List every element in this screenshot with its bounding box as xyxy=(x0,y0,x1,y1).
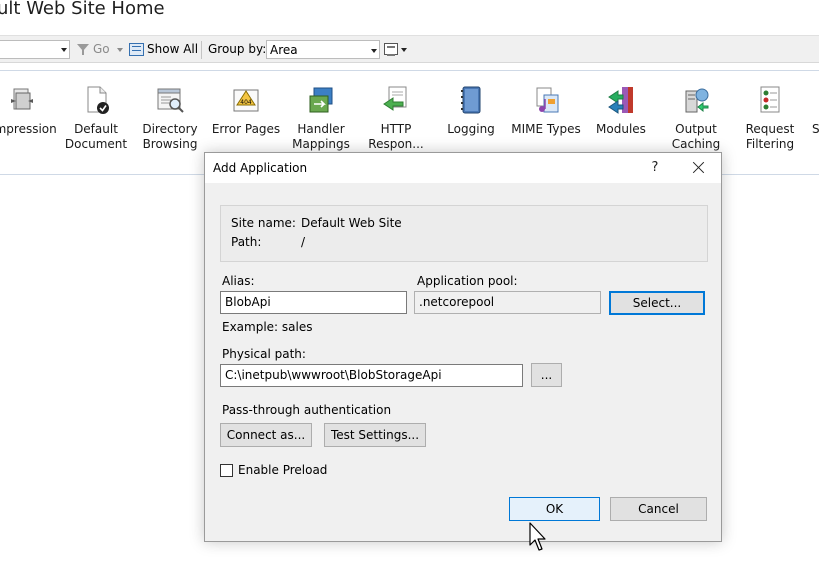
app-pool-label: Application pool: xyxy=(417,274,518,288)
filter-input[interactable] xyxy=(0,40,70,59)
enable-preload-checkbox[interactable] xyxy=(220,464,233,477)
physical-path-input[interactable]: C:\inetpub\wwwroot\BlobStorageApi xyxy=(220,364,523,387)
add-application-dialog: Add Application ? Site name: Default Web… xyxy=(204,152,722,542)
view-dropdown-icon[interactable] xyxy=(401,48,407,52)
feature-default-document[interactable]: Default Document xyxy=(56,85,136,152)
chevron-down-icon xyxy=(371,49,377,53)
http-response-icon xyxy=(381,85,411,115)
mime-types-icon xyxy=(531,85,561,115)
go-dropdown-icon[interactable] xyxy=(117,48,123,52)
feature-output-caching[interactable]: Output Caching xyxy=(656,85,736,152)
pass-through-label: Pass-through authentication xyxy=(222,403,392,417)
browse-button[interactable]: ... xyxy=(531,363,562,387)
filter-toolbar: Go Show All Group by: Area xyxy=(0,35,819,63)
mouse-cursor-icon xyxy=(529,522,551,554)
feature-compression[interactable]: ompression xyxy=(0,85,62,137)
alias-label: Alias: xyxy=(222,274,255,288)
output-caching-icon xyxy=(681,85,711,115)
feature-handler-mappings[interactable]: Handler Mappings xyxy=(281,85,361,152)
feature-error-pages[interactable]: 404 Error Pages xyxy=(206,85,286,137)
site-name-value: Default Web Site xyxy=(301,216,402,230)
request-filtering-icon xyxy=(755,85,785,115)
iis-manager-window: ult Web Site Home Go Show All Group by: … xyxy=(0,0,819,564)
site-name-label: Site name: xyxy=(231,216,296,230)
select-app-pool-button[interactable]: Select... xyxy=(609,291,705,315)
enable-preload-label: Enable Preload xyxy=(238,463,328,477)
filter-dropdown-icon[interactable] xyxy=(61,48,67,52)
logging-icon xyxy=(456,85,486,115)
feature-request-filtering[interactable]: Request Filtering xyxy=(730,85,810,152)
handler-mappings-icon xyxy=(306,85,336,115)
site-info-box: Site name: Default Web Site Path: / xyxy=(220,205,708,262)
close-icon[interactable] xyxy=(687,157,711,179)
modules-icon xyxy=(606,85,636,115)
group-by-select[interactable]: Area xyxy=(266,40,380,59)
cancel-button[interactable]: Cancel xyxy=(610,497,707,521)
svg-text:404: 404 xyxy=(240,99,252,106)
feature-directory-browsing[interactable]: Directory Browsing xyxy=(130,85,210,152)
feature-partial[interactable]: S xyxy=(804,85,819,137)
feature-http-response[interactable]: HTTP Respon... xyxy=(356,85,436,152)
error-pages-icon: 404 xyxy=(231,85,261,115)
go-button[interactable]: Go xyxy=(93,42,110,56)
app-pool-field: .netcorepool xyxy=(414,291,601,314)
show-all-button[interactable]: Show All xyxy=(147,42,198,56)
compression-icon xyxy=(7,85,37,115)
feature-modules[interactable]: Modules xyxy=(581,85,661,137)
page-title: ult Web Site Home xyxy=(0,0,165,19)
test-settings-button[interactable]: Test Settings... xyxy=(324,423,426,447)
help-icon[interactable]: ? xyxy=(645,158,665,178)
path-value: / xyxy=(301,235,306,249)
physical-path-label: Physical path: xyxy=(222,347,306,361)
alias-example: Example: sales xyxy=(222,320,313,334)
partial-feature-icon xyxy=(807,85,819,115)
directory-browsing-icon xyxy=(155,85,185,115)
default-document-icon xyxy=(81,85,111,115)
show-all-icon xyxy=(129,43,144,56)
dialog-title: Add Application xyxy=(213,161,308,175)
toolbar-separator xyxy=(201,41,202,59)
connect-as-button[interactable]: Connect as... xyxy=(220,423,312,447)
group-by-label: Group by: xyxy=(208,42,267,56)
path-label: Path: xyxy=(231,235,262,249)
group-by-value: Area xyxy=(270,43,298,57)
feature-logging[interactable]: Logging xyxy=(431,85,511,137)
view-mode-icon[interactable] xyxy=(384,43,398,56)
alias-input[interactable]: BlobApi xyxy=(220,291,407,314)
dialog-titlebar: Add Application ? xyxy=(205,153,721,183)
feature-mime-types[interactable]: MIME Types xyxy=(506,85,586,137)
ok-button[interactable]: OK xyxy=(509,497,600,521)
